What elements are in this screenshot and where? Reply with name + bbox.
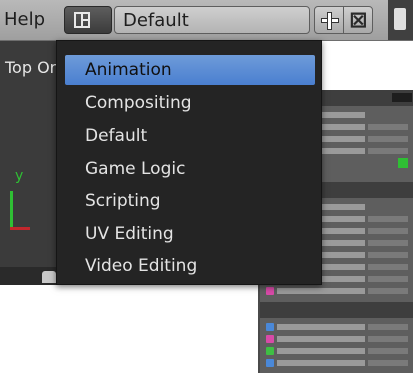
list-item bbox=[264, 286, 412, 296]
list-item bbox=[264, 334, 412, 344]
top-header-bar: Help Default ⊠ bbox=[0, 0, 413, 41]
screen-layout-icon bbox=[74, 12, 90, 28]
menu-item-default[interactable]: Default bbox=[65, 121, 315, 151]
remove-layout-button[interactable]: ⊠ bbox=[343, 6, 373, 34]
menu-item-scripting[interactable]: Scripting bbox=[65, 186, 315, 216]
close-icon: ⊠ bbox=[349, 8, 368, 33]
menu-item-uv-editing[interactable]: UV Editing bbox=[65, 219, 315, 249]
menu-item-compositing[interactable]: Compositing bbox=[65, 88, 315, 118]
y-axis-icon bbox=[10, 191, 13, 229]
scene-panel-edge bbox=[388, 0, 413, 40]
help-menu[interactable]: Help bbox=[4, 9, 45, 30]
panel-header bbox=[260, 302, 413, 318]
status-indicator bbox=[398, 158, 408, 168]
list-item bbox=[264, 346, 412, 356]
screen-layout-selector[interactable]: Default bbox=[114, 6, 310, 34]
list-item bbox=[264, 322, 412, 332]
screen-layout-value: Default bbox=[123, 10, 189, 31]
add-layout-button[interactable] bbox=[314, 6, 344, 34]
x-axis-icon bbox=[10, 227, 30, 230]
axis-y-label: y bbox=[15, 168, 24, 184]
screen-layout-dropdown: Animation Compositing Default Game Logic… bbox=[56, 40, 322, 285]
list-item bbox=[264, 358, 412, 368]
menu-item-video-editing[interactable]: Video Editing bbox=[65, 251, 315, 281]
menu-item-animation[interactable]: Animation bbox=[65, 55, 315, 85]
menu-item-game-logic[interactable]: Game Logic bbox=[65, 154, 315, 184]
screen-layout-icon-button[interactable] bbox=[64, 6, 112, 34]
color-swatch bbox=[392, 93, 412, 102]
